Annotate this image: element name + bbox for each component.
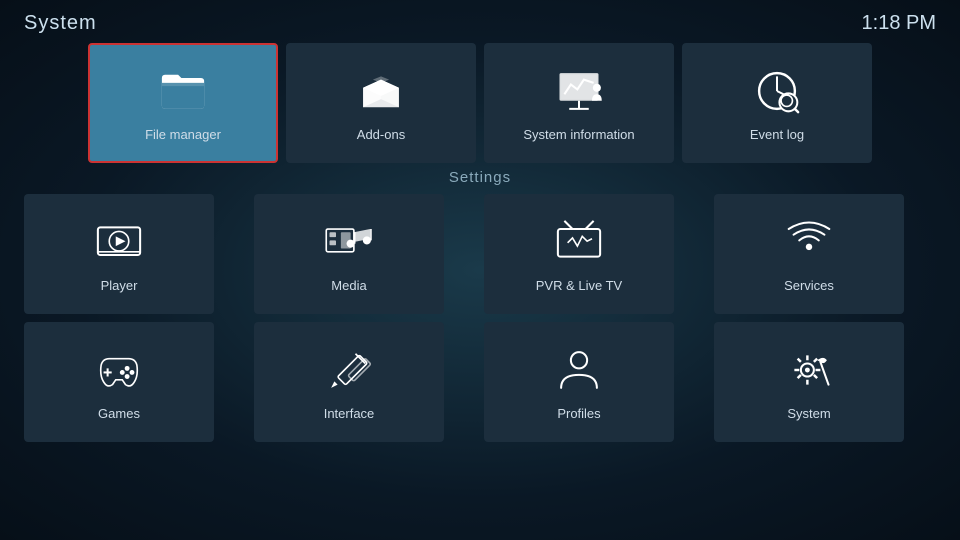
clock: 1:18 PM bbox=[862, 12, 936, 35]
tile-pvr-live-tv[interactable]: PVR & Live TV bbox=[484, 194, 674, 314]
addons-icon bbox=[355, 65, 407, 117]
tile-system-information[interactable]: System information bbox=[484, 43, 674, 163]
folder-icon bbox=[157, 65, 209, 117]
tile-system-information-label: System information bbox=[523, 127, 634, 142]
tile-profiles[interactable]: Profiles bbox=[484, 322, 674, 442]
tile-interface-label: Interface bbox=[324, 406, 375, 421]
settings-section: Settings Player bbox=[0, 163, 960, 442]
tile-add-ons-label: Add-ons bbox=[357, 127, 405, 142]
tile-event-log-label: Event log bbox=[750, 127, 804, 142]
tile-event-log[interactable]: Event log bbox=[682, 43, 872, 163]
top-tiles-row: File manager Add-ons bbox=[0, 43, 960, 163]
event-log-icon bbox=[751, 65, 803, 117]
settings-grid: Player Media bbox=[24, 194, 936, 442]
profiles-icon bbox=[553, 344, 605, 396]
games-icon bbox=[93, 344, 145, 396]
tile-profiles-label: Profiles bbox=[557, 406, 600, 421]
tile-file-manager[interactable]: File manager bbox=[88, 43, 278, 163]
tile-services[interactable]: Services bbox=[714, 194, 904, 314]
system-icon bbox=[783, 344, 835, 396]
tile-services-label: Services bbox=[784, 278, 834, 293]
tile-player[interactable]: Player bbox=[24, 194, 214, 314]
main-page: System 1:18 PM File manager bbox=[0, 0, 960, 540]
top-bar: System 1:18 PM bbox=[0, 0, 960, 43]
tile-system[interactable]: System bbox=[714, 322, 904, 442]
tile-system-label: System bbox=[787, 406, 830, 421]
interface-icon bbox=[323, 344, 375, 396]
player-icon bbox=[93, 216, 145, 268]
system-info-icon bbox=[553, 65, 605, 117]
media-icon bbox=[323, 216, 375, 268]
tile-player-label: Player bbox=[101, 278, 138, 293]
tile-media[interactable]: Media bbox=[254, 194, 444, 314]
tile-file-manager-label: File manager bbox=[145, 127, 221, 142]
app-title: System bbox=[24, 12, 97, 35]
tile-pvr-live-tv-label: PVR & Live TV bbox=[536, 278, 622, 293]
settings-title: Settings bbox=[24, 169, 936, 186]
services-icon bbox=[783, 216, 835, 268]
tile-games[interactable]: Games bbox=[24, 322, 214, 442]
tile-interface[interactable]: Interface bbox=[254, 322, 444, 442]
pvr-icon bbox=[553, 216, 605, 268]
tile-games-label: Games bbox=[98, 406, 140, 421]
tile-add-ons[interactable]: Add-ons bbox=[286, 43, 476, 163]
tile-media-label: Media bbox=[331, 278, 366, 293]
